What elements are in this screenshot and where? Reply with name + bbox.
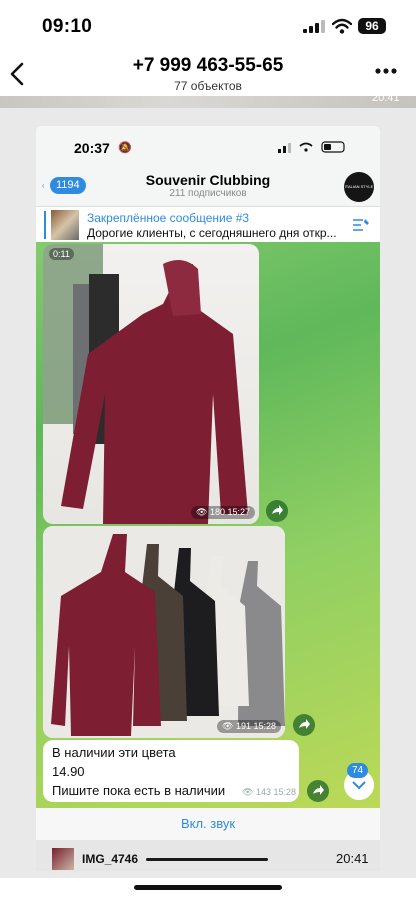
post-2-time: 15:28 — [253, 721, 277, 731]
forward-button-1[interactable] — [266, 500, 288, 522]
photo-post-2[interactable]: 👁 191 15:28 — [43, 526, 285, 738]
post-1-time: 15:27 — [227, 507, 251, 517]
post-2-meta: 👁 191 15:28 — [217, 720, 282, 733]
video-thumbnail[interactable] — [52, 848, 74, 870]
video-playback-bar: IMG_4746 20:41 — [36, 846, 380, 872]
page-title: +7 999 463-55-65 — [132, 55, 284, 76]
message-views: 143 — [255, 787, 271, 797]
page-subtitle: 77 объектов — [174, 79, 242, 93]
post-2-views: 191 — [235, 721, 251, 731]
wifi-icon — [332, 18, 352, 34]
forward-button-3[interactable] — [307, 780, 329, 802]
channel-name: Souvenir Clubbing — [145, 172, 271, 188]
pinned-message-bar[interactable]: Закреплённое сообщение #3 Дорогие клиент… — [36, 206, 380, 242]
pinned-indicator-line — [44, 211, 46, 239]
message-time: 15:28 — [273, 787, 297, 797]
channel-avatar[interactable]: ITALIAN STYLE — [344, 172, 374, 202]
message-line-1: В наличии эти цвета — [52, 745, 176, 760]
home-indicator[interactable] — [134, 885, 282, 890]
unmute-sound-button[interactable]: Вкл. звук — [36, 808, 380, 840]
inner-screenshot: 20:37 🔕 1194 Souvenir Clubbing 211 подпи… — [36, 126, 380, 871]
message-line-2: 14.90 — [52, 764, 85, 779]
inner-status-time: 20:37 — [74, 140, 110, 156]
message-line-3: Пишите пока есть в наличии — [52, 783, 226, 798]
sweaters-rack-photo — [43, 526, 285, 738]
forward-button-2[interactable] — [293, 714, 315, 736]
cellular-signal-icon — [303, 20, 325, 33]
text-message[interactable]: В наличии эти цвета 14.90 Пишите пока ес… — [43, 740, 299, 802]
post-1-views: 180 — [209, 507, 225, 517]
battery-indicator: 96 — [358, 18, 386, 34]
video-time: 20:41 — [336, 851, 369, 866]
message-meta: 👁 143 15:28 — [242, 787, 296, 798]
pinned-thumbnail — [51, 210, 79, 240]
video-file-name: IMG_4746 — [82, 852, 139, 866]
unread-count-badge: 74 — [347, 763, 369, 778]
views-icon: 👁 — [242, 787, 256, 797]
video-scrubber[interactable] — [146, 858, 268, 861]
sweater-photo — [43, 244, 248, 524]
strip-time: 20:41 — [372, 92, 400, 104]
inner-status-icons — [278, 141, 345, 153]
video-post-1[interactable]: 0:11 👁 180 15:27 — [43, 244, 259, 524]
previous-image-strip — [0, 96, 416, 108]
video-duration: 0:11 — [49, 248, 74, 260]
views-icon: 👁 — [222, 721, 236, 731]
more-options-icon[interactable] — [372, 64, 400, 78]
pinned-list-icon[interactable] — [352, 217, 370, 233]
status-time: 09:10 — [42, 16, 93, 37]
pinned-text: Дорогие клиенты, с сегодняшнего дня откр… — [87, 226, 337, 240]
pinned-title: Закреплённое сообщение #3 — [87, 211, 250, 225]
post-1-meta: 👁 180 15:27 — [191, 506, 256, 519]
channel-subscribers: 211 подписчиков — [169, 188, 247, 199]
muted-bell-icon: 🔕 — [118, 142, 132, 154]
views-icon: 👁 — [196, 507, 210, 517]
